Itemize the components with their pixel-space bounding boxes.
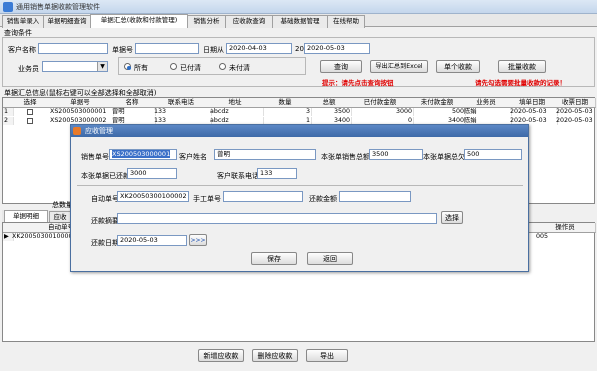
return-button[interactable]: 返回 bbox=[307, 252, 353, 265]
manual-no-label: 手工单号 bbox=[193, 195, 221, 203]
radio-paid-label: 已付清 bbox=[180, 64, 201, 72]
phone-input[interactable]: 133 bbox=[257, 168, 297, 179]
cell-phone: 133 bbox=[153, 108, 212, 116]
cell-operator: 005 bbox=[535, 233, 597, 241]
customer-name-label: 客户姓名 bbox=[179, 153, 207, 161]
col-header-unpaid: 未付款金额 bbox=[411, 98, 464, 108]
export-button[interactable]: 导出 bbox=[306, 349, 348, 362]
cell-doc-no: XS200503000001 bbox=[49, 108, 114, 116]
tab-receivable[interactable]: 应收款查询 bbox=[225, 15, 273, 28]
dialog-title: 应收管理 bbox=[85, 127, 113, 135]
col-header-select: 选择 bbox=[11, 98, 50, 108]
tab-basic-data[interactable]: 基础数据管理 bbox=[272, 15, 328, 28]
customer-name-input[interactable]: 曾明 bbox=[214, 149, 316, 160]
date-from-input[interactable]: 2020-04-03 bbox=[226, 43, 292, 54]
query-button[interactable]: 查询 bbox=[320, 60, 362, 73]
received-label: 本张单据已还款 bbox=[81, 172, 130, 180]
radio-all-label: 所有 bbox=[134, 64, 148, 72]
row-number: 2 bbox=[3, 117, 14, 125]
app-icon bbox=[3, 2, 13, 12]
save-button[interactable]: 保存 bbox=[251, 252, 297, 265]
receivable-dialog: 应收管理 销售单号 XS200503000001 客户姓名 曾明 本张单销售总额… bbox=[70, 124, 529, 272]
cell-receipt-date: 2020-05-03 bbox=[555, 117, 597, 125]
cell-salesman: 陈娟 bbox=[463, 108, 512, 116]
doc-no-input[interactable] bbox=[135, 43, 199, 54]
tab-detail-query[interactable]: 单据明细查询 bbox=[43, 15, 91, 28]
sales-no-input[interactable]: XS200503000001 bbox=[109, 149, 177, 160]
col-header-name: 名称 bbox=[111, 98, 154, 108]
hint-query-first: 提示：请先点击查询按钮 bbox=[322, 79, 394, 87]
col-header-address: 地址 bbox=[209, 98, 262, 108]
col-header-receipt-date: 收票日期 bbox=[555, 98, 596, 108]
col-header-salesman: 业务员 bbox=[463, 98, 510, 108]
col-header-operator: 操作员 bbox=[535, 223, 596, 233]
sales-no-label: 销售单号 bbox=[81, 153, 109, 161]
repay-summary-label: 还款摘要 bbox=[91, 217, 119, 225]
radio-all[interactable] bbox=[124, 63, 131, 70]
tab-sales-entry[interactable]: 销售单录入 bbox=[2, 15, 44, 28]
radio-unpaid[interactable] bbox=[219, 63, 226, 70]
radio-unpaid-label: 未付清 bbox=[229, 64, 250, 72]
cell-receipt-date: 2020-05-03 bbox=[555, 108, 597, 116]
tab-help[interactable]: 在线帮助 bbox=[327, 15, 365, 28]
row-number: 1 bbox=[3, 108, 14, 116]
main-tab-bar: 销售单录入 单据明细查询 单据汇总(收款和付款管理) 销售分析 应收款查询 基础… bbox=[0, 14, 597, 28]
dialog-divider bbox=[77, 185, 523, 186]
dialog-app-icon bbox=[73, 127, 81, 135]
col-header-fill-date: 填单日期 bbox=[509, 98, 556, 108]
date-from-label: 日期从 bbox=[203, 46, 224, 54]
customer-input[interactable] bbox=[38, 43, 108, 54]
repay-date-label: 还款日期 bbox=[91, 239, 119, 247]
title-bar: 通用销售单据收款管理软件 bbox=[0, 0, 597, 14]
cell-qty: 3 bbox=[261, 108, 312, 116]
choose-button[interactable]: 选择 bbox=[441, 211, 463, 224]
cell-total: 3500 bbox=[309, 108, 352, 116]
dialog-title-bar: 应收管理 bbox=[71, 125, 528, 137]
tab-summary[interactable]: 单据汇总(收款和付款管理) bbox=[90, 14, 188, 28]
repay-date-input[interactable]: 2020-05-03 bbox=[117, 235, 187, 246]
repay-summary-input[interactable] bbox=[117, 213, 437, 224]
more-date-button[interactable]: >>> bbox=[189, 234, 207, 246]
manual-no-input[interactable] bbox=[223, 191, 303, 202]
add-receivable-button[interactable]: 新增应收款 bbox=[198, 349, 244, 362]
batch-receive-button[interactable]: 批量收款 bbox=[498, 60, 546, 73]
doc-no-label: 单据号 bbox=[112, 46, 133, 54]
total-owed-label: 本张单据总欠 bbox=[423, 153, 465, 161]
col-header-paid: 已付款金额 bbox=[349, 98, 412, 108]
cell-name: 曾明 bbox=[111, 108, 156, 116]
sales-total-label: 本张单销售总额 bbox=[321, 153, 370, 161]
sales-no-value: XS200503000001 bbox=[112, 150, 171, 158]
hint-batch-select: 请先勾选需要批量收款的记录！ bbox=[475, 79, 566, 87]
col-header-phone: 联系电话 bbox=[153, 98, 210, 108]
cell-paid: 3000 bbox=[349, 108, 414, 116]
window-title: 通用销售单据收款管理软件 bbox=[16, 3, 100, 11]
total-owed-input[interactable]: 500 bbox=[464, 149, 522, 160]
single-receive-button[interactable]: 单个收款 bbox=[436, 60, 480, 73]
cell-unpaid: 500 bbox=[411, 108, 466, 116]
salesman-label: 业务员 bbox=[18, 65, 39, 73]
row-checkbox[interactable] bbox=[27, 118, 33, 124]
auto-no-input[interactable]: XK20050300100002 bbox=[117, 191, 189, 202]
phone-label: 客户联系电话 bbox=[217, 172, 259, 180]
chevron-down-icon[interactable]: ▼ bbox=[97, 62, 107, 71]
repay-amount-label: 还款金额 bbox=[309, 195, 337, 203]
repay-amount-input[interactable] bbox=[339, 191, 411, 202]
cell-address: abcdz bbox=[209, 108, 264, 116]
delete-receivable-button[interactable]: 删除应收款 bbox=[252, 349, 298, 362]
radio-paid[interactable] bbox=[170, 63, 177, 70]
cell-fill-date: 2020-05-03 bbox=[509, 108, 558, 116]
col-header-qty: 数量 bbox=[261, 98, 310, 108]
col-header-total: 总额 bbox=[309, 98, 350, 108]
col-header-doc-no: 单据号 bbox=[49, 98, 112, 108]
export-excel-button[interactable]: 导出汇总到Excel bbox=[370, 60, 428, 73]
sales-total-input[interactable]: 3500 bbox=[369, 149, 423, 160]
row-checkbox[interactable] bbox=[27, 109, 33, 115]
auto-no-label: 自动单号 bbox=[91, 195, 119, 203]
tab-analysis[interactable]: 销售分析 bbox=[187, 15, 226, 28]
received-input[interactable]: 3000 bbox=[127, 168, 177, 179]
date-to-input[interactable]: 2020-05-03 bbox=[304, 43, 370, 54]
customer-label: 客户名称 bbox=[8, 46, 36, 54]
